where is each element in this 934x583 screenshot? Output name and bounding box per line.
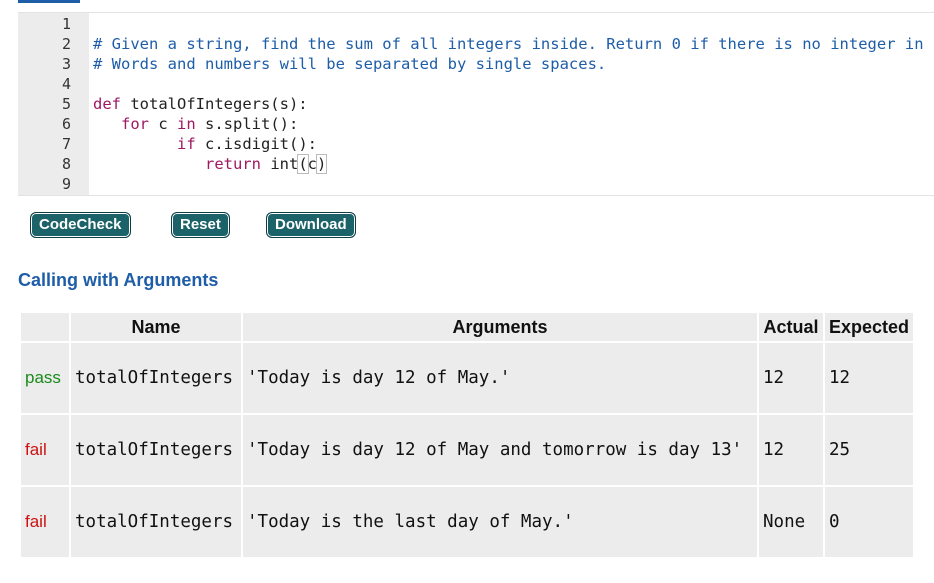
code-token-comment: # Words and numbers will be separated by… [93,55,607,73]
code-token-keyword: def [93,95,121,113]
status-cell: pass [21,343,69,413]
top-link-underline [18,0,80,3]
code-line[interactable]: for c in s.split(): [93,114,298,134]
code-token-keyword: return [204,155,261,173]
arguments-header: Arguments [243,313,757,341]
code-token-plain: s.split(): [195,115,299,133]
code-token-comment: # Given a string, find the sum of all in… [93,35,924,53]
line-number: 4 [61,75,71,93]
table-row: fail totalOfIntegers 'Today is the last da… [21,487,914,557]
line-number: 6 [61,115,71,133]
table-row: pass totalOfIntegers 'Today is day 12 of M… [21,343,914,413]
status-header [21,313,69,341]
codecheck-button[interactable]: CodeCheck [30,212,131,238]
code-token-keyword: for [121,115,149,133]
name-cell: totalOfIntegers [71,415,241,485]
section-title: Calling with Arguments [18,270,219,290]
expected-cell: 25 [825,415,914,485]
code-token-plain: c [149,115,177,133]
code-line[interactable]: if c.isdigit(): [93,134,317,154]
actual-cell: None [759,487,823,557]
name-cell: totalOfIntegers [71,343,241,413]
code-editor[interactable]: 1 2 3 4 5 6 7 8 9 # Given a string, find the sum… [18,12,934,196]
name-header: Name [71,313,241,341]
code-token-keyword: if [177,135,196,153]
expected-cell: 12 [825,343,914,413]
arguments-cell: 'Today is day 12 of May and tomorrow is … [243,415,757,485]
arguments-cell: 'Today is the last day of May.' [243,487,757,557]
code-line[interactable]: def totalOfIntegers(s): [93,94,308,114]
code-line[interactable]: # Given a string, find the sum of all in… [93,34,924,54]
actual-header: Actual [759,313,823,341]
line-number-gutter: 1 2 3 4 5 6 7 8 9 [18,13,89,195]
line-number: 3 [61,55,71,73]
code-token-bracket: ( [297,154,309,174]
line-number: 9 [61,175,71,193]
name-cell: totalOfIntegers [71,487,241,557]
line-number: 1 [61,15,71,33]
code-token-plain: totalOfIntegers(s): [121,95,308,113]
line-number: 7 [61,135,71,153]
line-number: 8 [61,155,71,173]
table-row: fail totalOfIntegers 'Today is day 12 of M… [21,415,914,485]
reset-button[interactable]: Reset [171,212,230,238]
code-line[interactable]: # Words and numbers will be separated by… [93,54,606,74]
results-table: Name Arguments Actual Expected pass total… [19,311,915,559]
code-token-plain: c.isdigit(): [195,135,317,153]
code-token-keyword: in [177,115,196,133]
expected-cell: 0 [825,487,914,557]
table-header-row: Name Arguments Actual Expected [21,313,914,341]
line-number: 2 [61,35,71,53]
actual-cell: 12 [759,415,823,485]
line-number: 5 [61,95,71,113]
code-token-bracket: ) [315,154,328,174]
actual-cell: 12 [759,343,823,413]
arguments-cell: 'Today is day 12 of May.' [243,343,757,413]
status-cell: fail [21,415,69,485]
status-cell: fail [21,487,69,557]
code-token-plain: c [307,155,317,173]
code-area[interactable]: # Given a string, find the sum of all in… [93,13,934,195]
code-token-plain: int [260,155,299,173]
expected-header: Expected [825,313,914,341]
download-button[interactable]: Download [266,212,356,238]
code-line[interactable]: return int(c) [93,154,328,174]
